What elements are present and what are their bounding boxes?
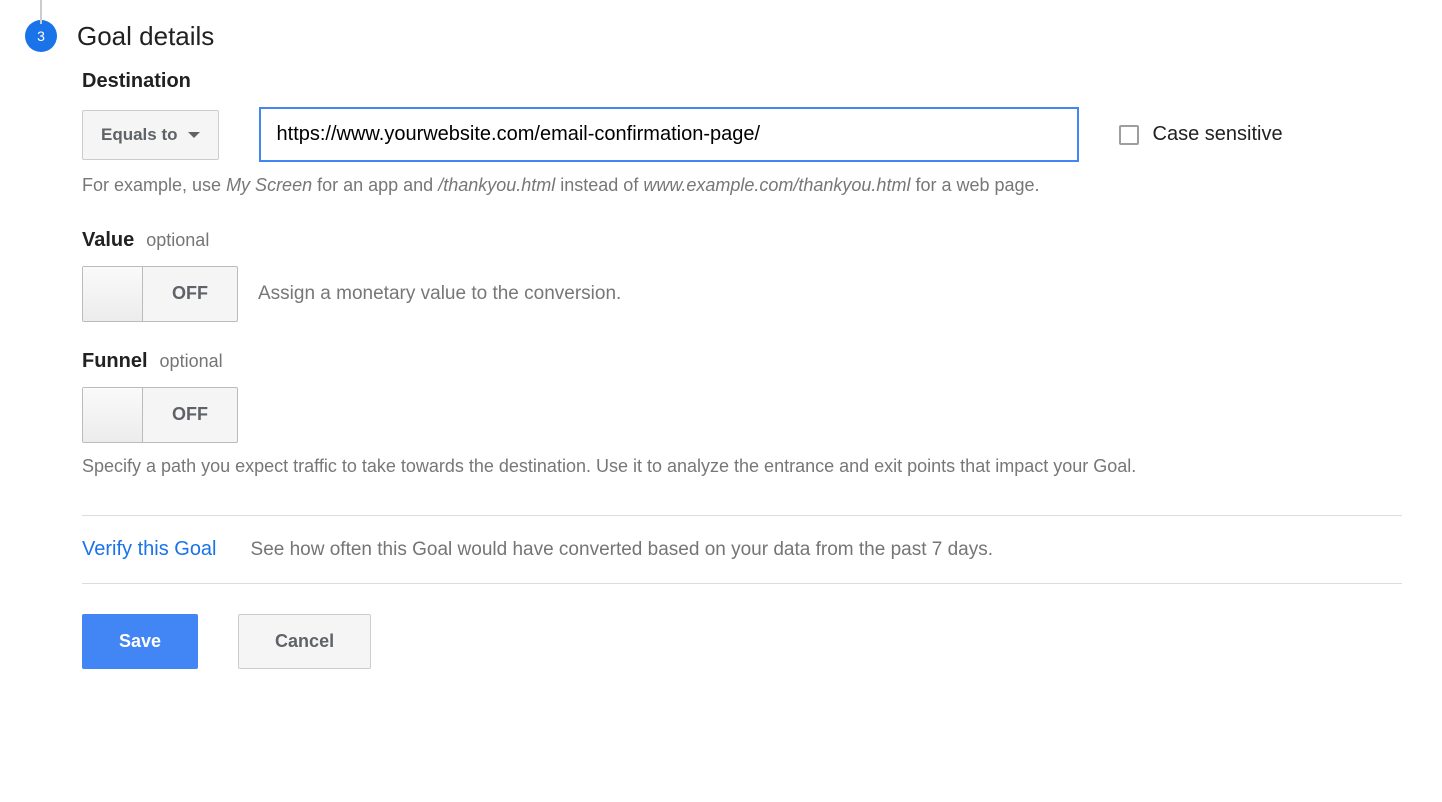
case-sensitive-checkbox[interactable] [1119, 125, 1139, 145]
match-type-dropdown[interactable]: Equals to [82, 110, 219, 160]
destination-title: Destination [82, 70, 191, 93]
step-connector-line [40, 0, 42, 24]
funnel-description: Specify a path you expect traffic to tak… [82, 451, 1402, 482]
value-toggle-state: OFF [143, 267, 237, 321]
save-button[interactable]: Save [82, 614, 198, 669]
destination-help-text: For example, use My Screen for an app an… [82, 170, 1402, 201]
verify-description: See how often this Goal would have conve… [251, 539, 994, 561]
funnel-optional-label: optional [160, 351, 223, 372]
value-optional-label: optional [146, 230, 209, 251]
value-title: Value [82, 229, 134, 252]
match-type-label: Equals to [101, 125, 178, 145]
funnel-title: Funnel [82, 350, 148, 373]
chevron-down-icon [188, 132, 200, 138]
step-number: 3 [37, 28, 45, 44]
funnel-toggle-state: OFF [143, 388, 237, 442]
funnel-section: Funnel optional OFF Specify a path you e… [82, 350, 1402, 482]
value-description: Assign a monetary value to the conversio… [258, 283, 621, 305]
toggle-thumb [83, 267, 143, 321]
value-section: Value optional OFF Assign a monetary val… [82, 229, 1402, 322]
destination-section: Destination Equals to Case sensitive For… [82, 70, 1402, 201]
destination-url-input[interactable] [259, 107, 1079, 162]
step-header: 3 Goal details [20, 20, 1402, 52]
funnel-toggle[interactable]: OFF [82, 387, 238, 443]
step-title: Goal details [77, 21, 214, 52]
button-row: Save Cancel [82, 614, 1402, 669]
step-number-badge: 3 [25, 20, 57, 52]
cancel-button[interactable]: Cancel [238, 614, 371, 669]
verify-row: Verify this Goal See how often this Goal… [82, 516, 1402, 584]
value-toggle[interactable]: OFF [82, 266, 238, 322]
toggle-thumb [83, 388, 143, 442]
case-sensitive-label: Case sensitive [1153, 123, 1283, 146]
verify-goal-link[interactable]: Verify this Goal [82, 538, 217, 561]
